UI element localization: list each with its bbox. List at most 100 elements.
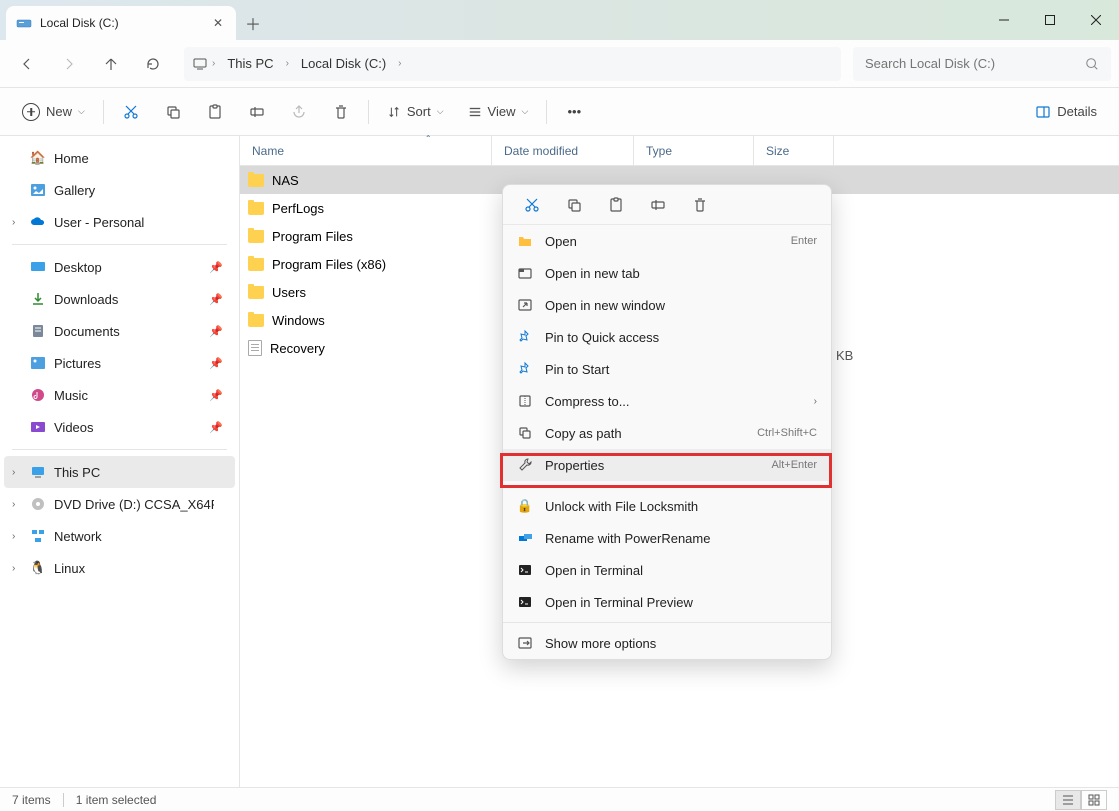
delete-button[interactable] (322, 95, 360, 129)
chevron-right-icon: › (12, 467, 15, 478)
chevron-down-icon: ⌵ (521, 106, 528, 117)
sidebar-item-videos[interactable]: Videos📌 (0, 411, 239, 443)
new-tab-button[interactable]: ＋ (236, 6, 270, 40)
column-size[interactable]: Size (754, 136, 834, 165)
sort-indicator-icon: ⌃ (425, 134, 432, 143)
sidebar-item-dvd[interactable]: ›DVD Drive (D:) CCSA_X64FRE_EN- (0, 488, 239, 520)
new-button[interactable]: New⌵ (12, 95, 95, 129)
sort-button[interactable]: Sort⌵ (377, 95, 454, 129)
tab[interactable]: Local Disk (C:) ✕ (6, 6, 236, 40)
up-button[interactable] (92, 47, 130, 81)
ctx-show-more[interactable]: Show more options (503, 627, 831, 659)
chevron-down-icon: ⌵ (437, 106, 444, 117)
share-button[interactable] (280, 95, 318, 129)
dvd-icon (30, 496, 46, 512)
music-icon (30, 387, 46, 403)
folder-icon (248, 314, 264, 327)
chevron-right-icon: › (12, 217, 15, 228)
maximize-button[interactable] (1027, 0, 1073, 40)
rename-icon (517, 530, 533, 546)
sidebar-item-music[interactable]: Music📌 (0, 379, 239, 411)
close-button[interactable] (1073, 0, 1119, 40)
chevron-right-icon: › (814, 396, 817, 407)
ctx-paste-button[interactable] (597, 189, 635, 221)
column-type[interactable]: Type (634, 136, 754, 165)
pin-icon (517, 361, 533, 377)
chevron-right-icon: › (12, 531, 15, 542)
sidebar-item-gallery[interactable]: Gallery (0, 174, 239, 206)
window-controls (981, 0, 1119, 40)
sidebar-item-pictures[interactable]: Pictures📌 (0, 347, 239, 379)
column-date[interactable]: Date modified (492, 136, 634, 165)
paste-button[interactable] (196, 95, 234, 129)
search-icon (1085, 57, 1099, 71)
sidebar-item-documents[interactable]: Documents📌 (0, 315, 239, 347)
ctx-terminal-preview[interactable]: Open in Terminal Preview (503, 586, 831, 618)
sidebar-item-home[interactable]: 🏠Home (0, 142, 239, 174)
plus-icon (22, 103, 40, 121)
ctx-cut-button[interactable] (513, 189, 551, 221)
pin-icon: 📌 (209, 325, 223, 338)
ctx-terminal[interactable]: Open in Terminal (503, 554, 831, 586)
rename-button[interactable] (238, 95, 276, 129)
forward-button[interactable] (50, 47, 88, 81)
ctx-powerrename[interactable]: Rename with PowerRename (503, 522, 831, 554)
column-headers: Name⌃ Date modified Type Size (240, 136, 1119, 166)
new-window-icon (517, 297, 533, 313)
folder-icon (248, 174, 264, 187)
folder-icon (248, 202, 264, 215)
ctx-rename-button[interactable] (639, 189, 677, 221)
sidebar-item-downloads[interactable]: Downloads📌 (0, 283, 239, 315)
sidebar-item-thispc[interactable]: ›This PC (4, 456, 235, 488)
statusbar: 7 items 1 item selected (0, 787, 1119, 811)
sidebar-item-onedrive[interactable]: ›User - Personal (0, 206, 239, 238)
minimize-button[interactable] (981, 0, 1027, 40)
tab-close-button[interactable]: ✕ (210, 15, 226, 31)
ctx-locksmith[interactable]: 🔒Unlock with File Locksmith (503, 490, 831, 522)
folder-icon (248, 258, 264, 271)
ctx-delete-button[interactable] (681, 189, 719, 221)
more-icon (517, 635, 533, 651)
ctx-pin-start[interactable]: Pin to Start (503, 353, 831, 385)
folder-open-icon (517, 233, 533, 249)
sidebar-item-network[interactable]: ›Network (0, 520, 239, 552)
selection-count: 1 item selected (76, 793, 157, 807)
back-button[interactable] (8, 47, 46, 81)
breadcrumb-item[interactable]: This PC (219, 52, 281, 75)
home-icon: 🏠 (30, 150, 46, 166)
details-view-button[interactable] (1055, 790, 1081, 810)
pin-icon (517, 329, 533, 345)
ctx-open-new-window[interactable]: Open in new window (503, 289, 831, 321)
breadcrumb-item[interactable]: Local Disk (C:) (293, 52, 394, 75)
search-input[interactable] (865, 56, 1085, 71)
ctx-copy-button[interactable] (555, 189, 593, 221)
copy-path-icon (517, 425, 533, 441)
ctx-pin-quick[interactable]: Pin to Quick access (503, 321, 831, 353)
copy-button[interactable] (154, 95, 192, 129)
view-button[interactable]: View⌵ (458, 95, 539, 129)
context-menu-toolbar (503, 185, 831, 225)
breadcrumb[interactable]: › This PC › Local Disk (C:) › (184, 47, 841, 81)
cut-button[interactable] (112, 95, 150, 129)
chevron-right-icon: › (286, 58, 289, 69)
folder-icon (248, 286, 264, 299)
ctx-copy-path[interactable]: Copy as pathCtrl+Shift+C (503, 417, 831, 449)
terminal-icon (517, 594, 533, 610)
column-name[interactable]: Name⌃ (240, 136, 492, 165)
terminal-icon (517, 562, 533, 578)
documents-icon (30, 323, 46, 339)
pin-icon: 📌 (209, 389, 223, 402)
ctx-properties[interactable]: PropertiesAlt+Enter (503, 449, 831, 481)
details-button[interactable]: Details (1025, 95, 1107, 129)
refresh-button[interactable] (134, 47, 172, 81)
drive-icon (16, 15, 32, 31)
gallery-icon (30, 182, 46, 198)
search-box[interactable] (853, 47, 1111, 81)
sidebar-item-linux[interactable]: ›🐧Linux (0, 552, 239, 584)
ctx-open[interactable]: OpenEnter (503, 225, 831, 257)
more-button[interactable]: ••• (555, 95, 593, 129)
sidebar-item-desktop[interactable]: Desktop📌 (0, 251, 239, 283)
ctx-open-new-tab[interactable]: Open in new tab (503, 257, 831, 289)
thumbnails-view-button[interactable] (1081, 790, 1107, 810)
ctx-compress[interactable]: Compress to...› (503, 385, 831, 417)
